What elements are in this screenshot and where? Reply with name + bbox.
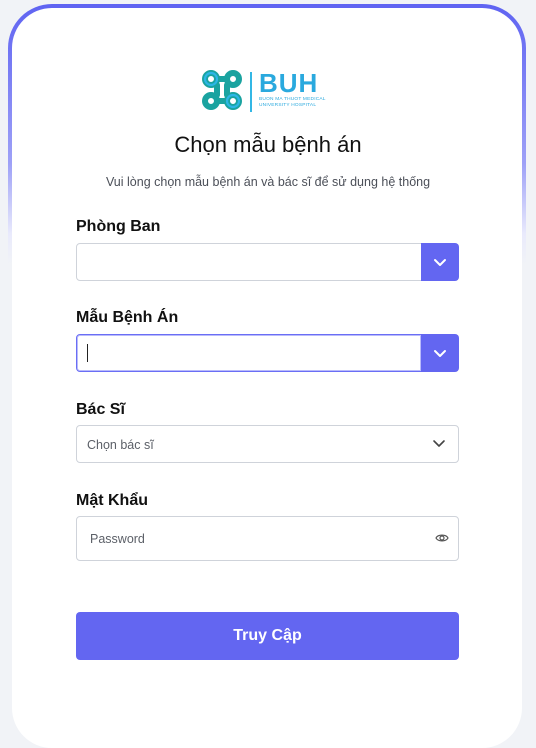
doctor-label: Bác Sĩ: [76, 401, 125, 418]
chevron-down-icon: [433, 440, 445, 447]
template-label: Mẫu Bệnh Án: [76, 309, 179, 326]
logo-text: BUH BUON MA THUOT MEDICAL UNIVERSITY HOS…: [259, 69, 339, 108]
doctor-select[interactable]: Chọn bác sĩ: [76, 425, 459, 463]
template-input[interactable]: [76, 334, 422, 372]
doctor-placeholder: Chọn bác sĩ: [87, 438, 154, 452]
department-input[interactable]: [76, 243, 422, 281]
eye-icon[interactable]: [435, 532, 449, 544]
page-title: Chọn mẫu bệnh án: [174, 132, 362, 157]
logo-abbr: BUH: [259, 68, 319, 98]
logo-line-2: UNIVERSITY HOSPITAL: [259, 102, 317, 108]
password-field[interactable]: Password: [76, 516, 459, 561]
chevron-down-icon: [434, 259, 446, 266]
password-placeholder: Password: [90, 532, 145, 546]
department-dropdown-button[interactable]: [421, 243, 459, 281]
logo-divider: [250, 72, 252, 112]
password-label: Mật Khẩu: [76, 492, 148, 509]
hospital-logo: BUH BUON MA THUOT MEDICAL UNIVERSITY HOS…: [202, 69, 339, 113]
template-dropdown-button[interactable]: [421, 334, 459, 372]
hospital-logo-icon: [202, 70, 242, 110]
department-label: Phòng Ban: [76, 218, 161, 235]
submit-button[interactable]: Truy Cập: [76, 612, 459, 660]
text-cursor: [87, 344, 88, 362]
chevron-down-icon: [434, 350, 446, 357]
page-subtitle: Vui lòng chọn mẫu bệnh án và bác sĩ để s…: [105, 175, 431, 189]
